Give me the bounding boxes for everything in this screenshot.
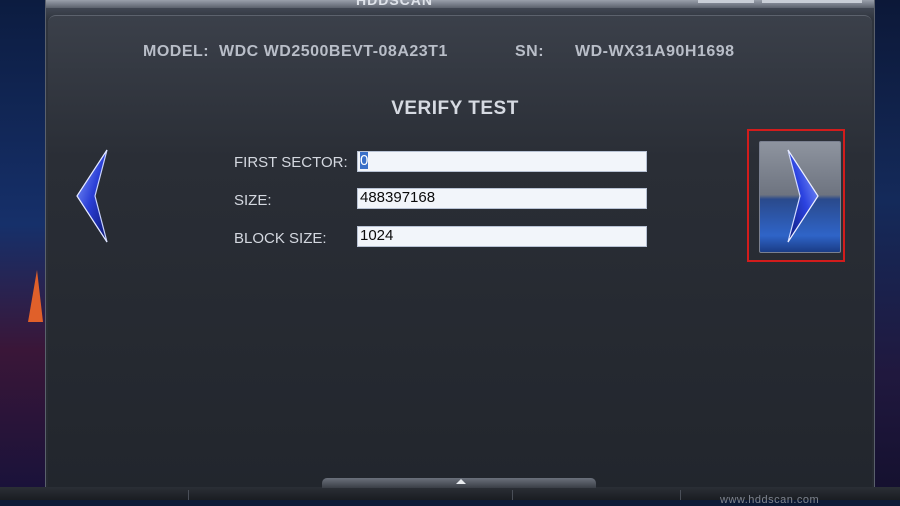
test-title: VERIFY TEST xyxy=(391,98,519,119)
sn-value: WD-WX31A90H1698 xyxy=(575,43,735,60)
sn-label: SN: xyxy=(515,43,545,60)
title-bar-button-wide[interactable] xyxy=(762,0,862,3)
next-button-highlight[interactable] xyxy=(747,129,845,262)
app-title: HDDSCAN xyxy=(356,0,433,8)
model-value: WDC WD2500BEVT-08A23T1 xyxy=(219,43,448,60)
first-sector-input[interactable]: 0 xyxy=(357,151,647,172)
model-label: MODEL: xyxy=(143,43,210,60)
desktop-background-right xyxy=(872,0,900,500)
footer-website: www.hddscan.com xyxy=(720,494,820,506)
chevron-right-icon xyxy=(787,149,819,243)
desktop-background-left xyxy=(0,0,46,500)
first-sector-label: FIRST SECTOR: xyxy=(234,154,348,171)
chevron-left-icon xyxy=(76,149,108,243)
title-bar-button[interactable] xyxy=(698,0,754,3)
size-value: 488397168 xyxy=(360,189,436,206)
bottom-divider xyxy=(680,490,681,500)
bottom-divider xyxy=(512,490,513,500)
chevron-up-icon xyxy=(456,479,466,484)
block-size-label: BLOCK SIZE: xyxy=(234,230,327,247)
first-sector-value: 0 xyxy=(360,152,369,169)
previous-button[interactable] xyxy=(75,148,111,244)
size-label: SIZE: xyxy=(234,192,272,209)
bottom-divider xyxy=(188,490,189,500)
next-button[interactable] xyxy=(759,141,841,253)
block-size-input[interactable]: 1024 xyxy=(357,226,647,247)
size-input[interactable]: 488397168 xyxy=(357,188,647,209)
wallpaper-flame-shape xyxy=(28,270,43,322)
block-size-value: 1024 xyxy=(360,227,394,244)
